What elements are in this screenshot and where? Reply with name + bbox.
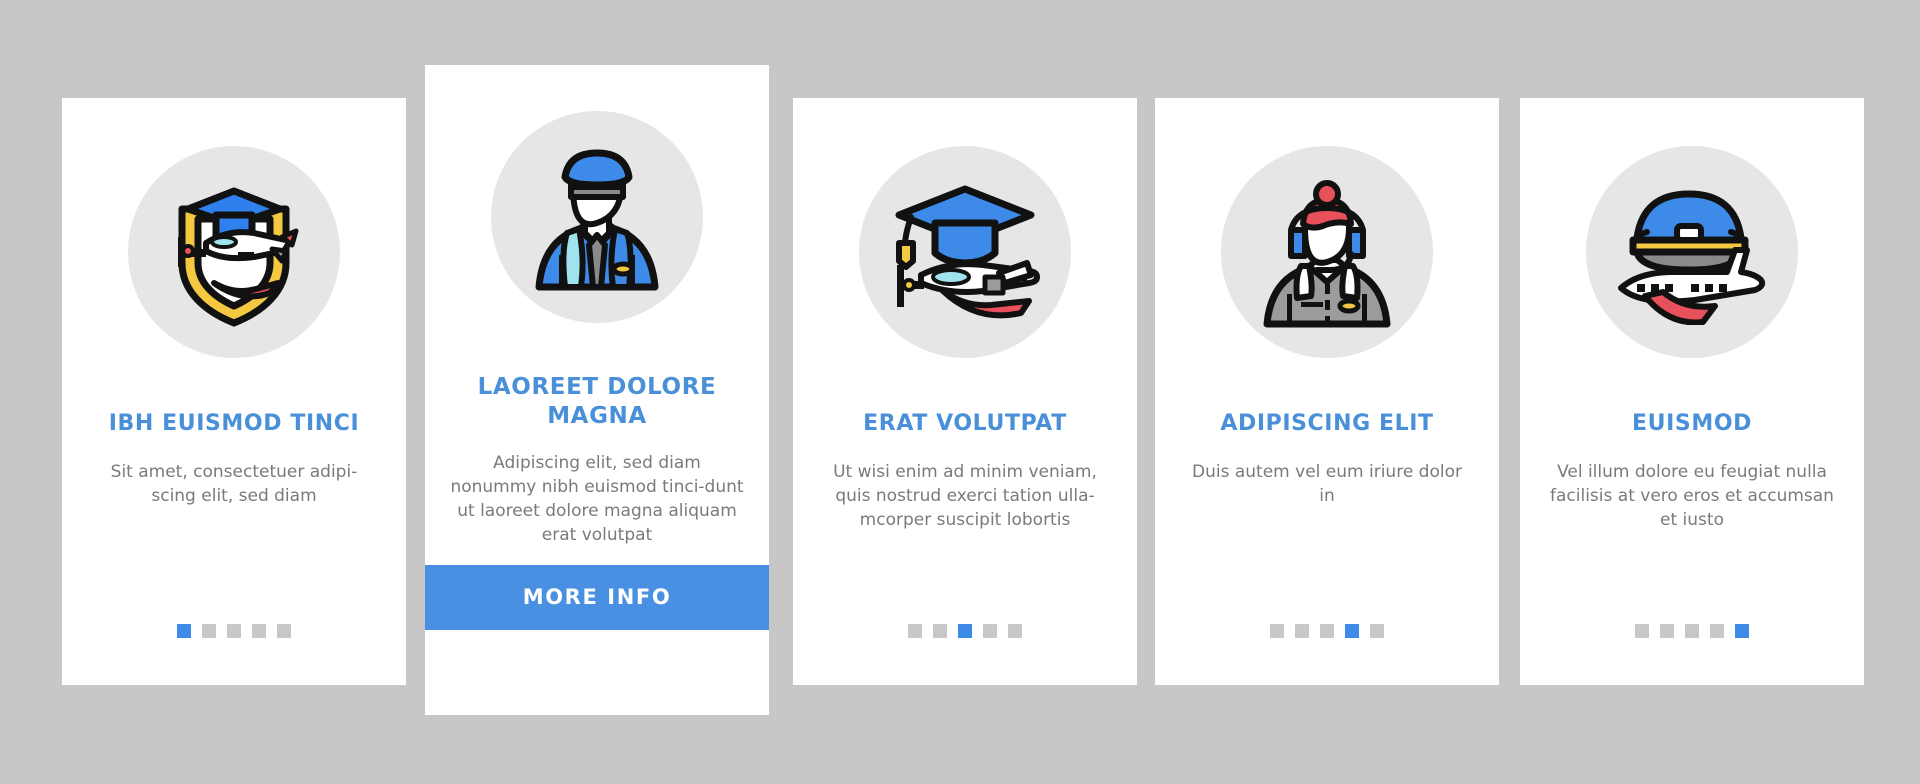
shield-airplane-graduation-icon	[154, 175, 314, 330]
onboarding-card-1[interactable]: IBH EUISMOD TINCI Sit amet, consectetuer…	[62, 98, 406, 685]
icon-circle-3	[859, 146, 1071, 358]
more-info-button[interactable]: MORE INFO	[425, 565, 769, 630]
onboarding-card-5[interactable]: EUISMOD Vel illum dolore eu feugiat null…	[1520, 98, 1864, 685]
pagination-dots[interactable]	[177, 624, 291, 638]
pagination-dots[interactable]	[908, 624, 1022, 638]
onboarding-card-4[interactable]: ADIPISCING ELIT Duis autem vel eum iriur…	[1155, 98, 1499, 685]
card-description: Vel illum dolore eu feugiat nulla facili…	[1550, 461, 1834, 530]
icon-circle-1	[128, 146, 340, 358]
pagination-dot-4[interactable]	[983, 624, 997, 638]
pagination-dot-1[interactable]	[908, 624, 922, 638]
onboarding-card-2-featured[interactable]: LAOREET DOLORE MAGNA Adipiscing elit, se…	[425, 65, 769, 715]
pagination-dot-5[interactable]	[1370, 624, 1384, 638]
icon-circle-5	[1586, 146, 1798, 358]
pagination-dot-4[interactable]	[1345, 624, 1359, 638]
card-title: EUISMOD	[1632, 411, 1752, 436]
pagination-dot-1[interactable]	[1635, 624, 1649, 638]
onboarding-card-3[interactable]: ERAT VOLUTPAT Ut wisi enim ad minim veni…	[793, 98, 1137, 685]
pagination-dots[interactable]	[1270, 624, 1384, 638]
pagination-dot-2[interactable]	[202, 624, 216, 638]
icon-circle-4	[1221, 146, 1433, 358]
pagination-dot-2[interactable]	[933, 624, 947, 638]
pagination-dot-5[interactable]	[277, 624, 291, 638]
card-description: Adipiscing elit, sed diam nonummy nibh e…	[450, 452, 744, 545]
pilot-avatar-icon	[517, 137, 677, 297]
icon-circle-2	[491, 111, 703, 323]
ground-crew-headset-avatar-icon	[1247, 172, 1407, 332]
pagination-dot-3[interactable]	[958, 624, 972, 638]
pagination-dot-1[interactable]	[1270, 624, 1284, 638]
card-footer-spacer	[425, 630, 769, 698]
pagination-dot-3[interactable]	[1685, 624, 1699, 638]
card-title: ERAT VOLUTPAT	[863, 411, 1067, 436]
pagination-dot-2[interactable]	[1295, 624, 1309, 638]
card-title: IBH EUISMOD TINCI	[108, 411, 360, 436]
pilot-cap-airliner-icon	[1607, 180, 1777, 325]
pagination-dot-5[interactable]	[1735, 624, 1749, 638]
pagination-dot-4[interactable]	[252, 624, 266, 638]
card-description: Sit amet, consectetuer adipi-scing elit,…	[110, 461, 358, 506]
card-title: LAOREET DOLORE MAGNA	[477, 374, 717, 429]
pagination-dots[interactable]	[1635, 624, 1749, 638]
pagination-dot-1[interactable]	[177, 624, 191, 638]
onboarding-screens-stage: IBH EUISMOD TINCI Sit amet, consectetuer…	[0, 0, 1920, 784]
card-title: ADIPISCING ELIT	[1220, 411, 1434, 436]
pagination-dot-4[interactable]	[1710, 624, 1724, 638]
pagination-dot-3[interactable]	[1320, 624, 1334, 638]
pagination-dot-5[interactable]	[1008, 624, 1022, 638]
card-description: Duis autem vel eum iriure dolor in	[1192, 461, 1462, 506]
graduation-cap-propeller-plane-icon	[881, 177, 1049, 327]
pagination-dot-3[interactable]	[227, 624, 241, 638]
pagination-dot-2[interactable]	[1660, 624, 1674, 638]
card-description: Ut wisi enim ad minim veniam, quis nostr…	[833, 461, 1097, 530]
